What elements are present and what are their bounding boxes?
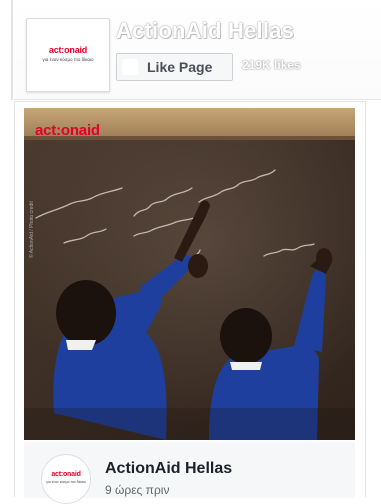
page-title[interactable]: ActionAid Hellas: [116, 18, 294, 44]
classroom-photo: [24, 108, 355, 440]
like-page-label: Like Page: [147, 59, 213, 75]
avatar-tagline: για έναν κόσμο πιο δίκαιο: [46, 480, 86, 484]
image-brand-mark: act:onaid: [35, 122, 100, 139]
left-rule: [11, 0, 13, 100]
photo-credit: © ActionAid / Photo credit: [29, 201, 35, 258]
post-timestamp[interactable]: 9 ώρες πριν: [105, 483, 169, 497]
post-image[interactable]: act:onaid © ActionAid / Photo credit: [24, 108, 355, 440]
page-logo[interactable]: act:onaid για έναν κόσμο πιο δίκαιο: [26, 18, 110, 92]
post-card: act:onaid © ActionAid / Photo credit act…: [14, 101, 366, 504]
facebook-f-icon: f: [122, 59, 138, 75]
logo-tagline: για έναν κόσμο πιο δίκαιο: [42, 57, 94, 62]
page-header: act:onaid για έναν κόσμο πιο δίκαιο Acti…: [14, 0, 381, 100]
header-divider: [14, 99, 381, 100]
like-page-button[interactable]: f Like Page: [116, 53, 233, 81]
like-count: 219K likes: [242, 58, 301, 72]
avatar-wordmark: act:onaid: [51, 471, 81, 478]
post-meta: act:onaid για έναν κόσμο πιο δίκαιο Acti…: [24, 442, 355, 504]
post-author[interactable]: ActionAid Hellas: [105, 460, 232, 478]
logo-wordmark: act:onaid: [48, 45, 88, 55]
